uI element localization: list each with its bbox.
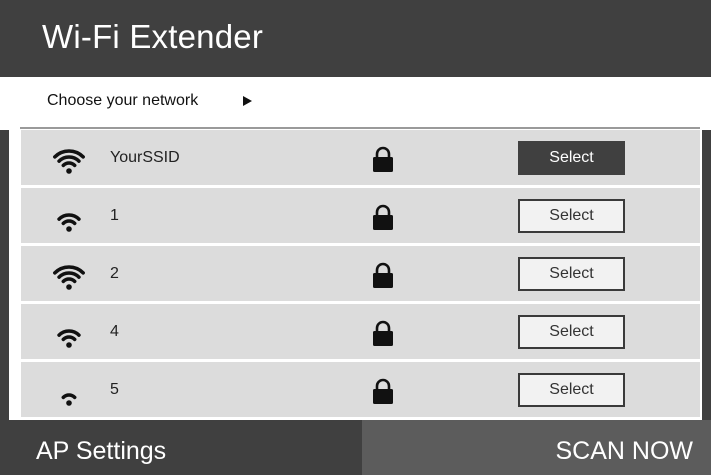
app-header: Wi-Fi Extender bbox=[0, 0, 711, 77]
wifi-signal-icon bbox=[61, 393, 77, 406]
list-border-right bbox=[702, 130, 711, 420]
lock-icon bbox=[373, 146, 393, 172]
network-row[interactable]: 4 Select bbox=[21, 304, 700, 359]
wifi-signal-icon bbox=[53, 149, 85, 174]
select-network-button[interactable]: Select bbox=[518, 199, 625, 233]
ap-settings-button[interactable]: AP Settings bbox=[0, 420, 362, 475]
wifi-extender-screen: Wi-Fi Extender Choose your network YourS… bbox=[0, 0, 711, 475]
wifi-signal-icon bbox=[53, 265, 85, 290]
network-row[interactable]: YourSSID Select bbox=[21, 130, 700, 185]
choose-network-label: Choose your network bbox=[47, 92, 199, 109]
network-ssid: 4 bbox=[110, 323, 119, 340]
select-network-button[interactable]: Select bbox=[518, 141, 625, 175]
lock-icon bbox=[373, 262, 393, 288]
network-chooser-bar: Choose your network bbox=[0, 77, 711, 130]
network-row[interactable]: 5 Select bbox=[21, 362, 700, 417]
app-title: Wi-Fi Extender bbox=[42, 18, 264, 55]
lock-icon bbox=[373, 378, 393, 404]
list-border-left bbox=[0, 130, 9, 420]
scan-now-label: SCAN NOW bbox=[555, 437, 694, 465]
network-row[interactable]: 1 Select bbox=[21, 188, 700, 243]
divider bbox=[20, 127, 700, 129]
select-network-button[interactable]: Select bbox=[518, 257, 625, 291]
scan-now-button[interactable]: SCAN NOW bbox=[362, 420, 711, 475]
lock-icon bbox=[373, 204, 393, 230]
network-ssid: YourSSID bbox=[110, 149, 180, 166]
lock-icon bbox=[373, 320, 393, 346]
right-arrow-icon bbox=[243, 96, 252, 106]
network-ssid: 1 bbox=[110, 207, 119, 224]
network-ssid: 2 bbox=[110, 265, 119, 282]
wifi-signal-icon bbox=[57, 213, 81, 232]
footer-bar: AP Settings SCAN NOW bbox=[0, 420, 711, 475]
wifi-signal-icon bbox=[57, 329, 81, 348]
network-ssid: 5 bbox=[110, 381, 119, 398]
network-row[interactable]: 2 Select bbox=[21, 246, 700, 301]
network-list: YourSSID Select 1 Select 2 Select 4 Sele… bbox=[0, 130, 711, 420]
ap-settings-label: AP Settings bbox=[36, 437, 167, 465]
select-network-button[interactable]: Select bbox=[518, 373, 625, 407]
select-network-button[interactable]: Select bbox=[518, 315, 625, 349]
